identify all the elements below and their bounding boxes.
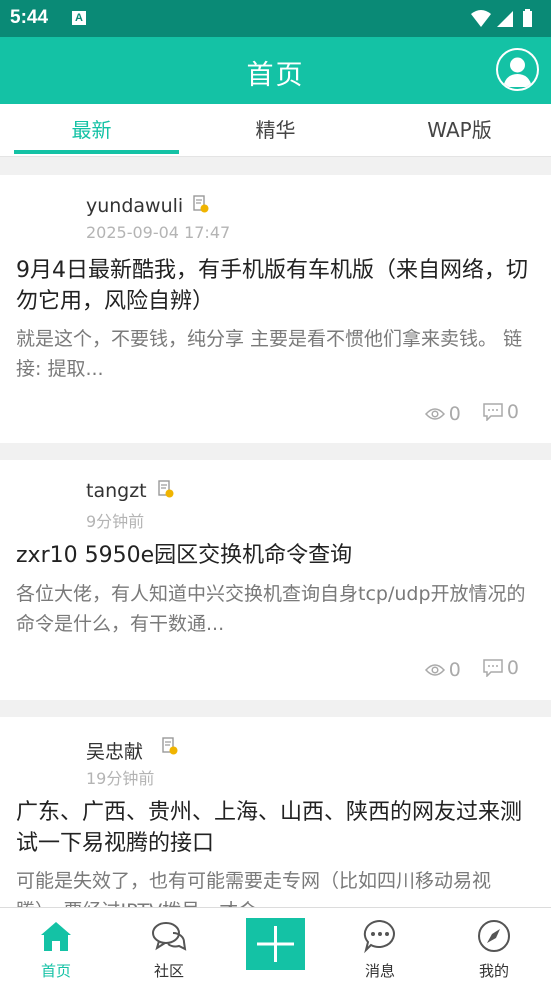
post-card[interactable]: yundawuli 2025-09-04 17:47 9月4日最新酷我，有手机版…	[0, 175, 551, 443]
nav-messages-label: 消息	[364, 962, 395, 980]
nav-messages[interactable]: 消息	[340, 908, 420, 981]
tab-wap[interactable]: WAP版	[368, 104, 551, 157]
status-time: 5:44	[10, 7, 49, 28]
post-excerpt: 就是这个，不要钱，纯分享 主要是看不惯他们拿来卖钱。 链接: 提取...	[16, 328, 523, 380]
post-time: 2025-09-04 17:47	[86, 223, 231, 242]
post-card[interactable]: tangzt 9分钟前 zxr10 5950e园区交换机命令查询 各位大佬，有人…	[0, 460, 551, 700]
verified-badge-icon	[158, 480, 174, 498]
nav-profile-label: 我的	[478, 962, 509, 980]
comment-count: 0	[483, 401, 519, 423]
status-bar: 5:44 A	[0, 0, 551, 37]
post-feed[interactable]: yundawuli 2025-09-04 17:47 9月4日最新酷我，有手机版…	[0, 157, 551, 907]
avatar-button[interactable]	[496, 48, 539, 91]
plus-icon	[257, 926, 294, 962]
nav-community[interactable]: 社区	[129, 908, 209, 981]
wifi-icon	[471, 10, 491, 27]
app-bar: 首页	[0, 37, 551, 104]
bottom-nav: 首页 社区 消息 我的	[0, 907, 551, 981]
home-icon	[41, 922, 71, 951]
post-author[interactable]: yundawuli	[86, 195, 183, 217]
nav-community-label: 社区	[153, 962, 184, 980]
post-title[interactable]: zxr10 5950e园区交换机命令查询	[16, 540, 536, 571]
post-title[interactable]: 9月4日最新酷我，有手机版有车机版（来自网络，切勿它用，风险自辨）	[16, 255, 536, 317]
nav-home-label: 首页	[40, 962, 71, 980]
post-excerpt: 可能是失效了，也有可能需要走专网（比如四川移动易视腾），要经过IPTV拨号，才会	[16, 870, 492, 907]
add-post-button[interactable]	[246, 918, 305, 970]
page-title: 首页	[246, 60, 305, 91]
verified-badge-icon	[193, 195, 209, 213]
community-chat-icon	[152, 922, 187, 951]
view-count: 0	[424, 403, 461, 425]
post-author[interactable]: 吴忠献	[86, 737, 143, 764]
tab-indicator	[14, 150, 179, 154]
post-time: 19分钟前	[86, 769, 155, 788]
post-time: 9分钟前	[86, 512, 145, 531]
status-icons	[471, 9, 532, 27]
view-count: 0	[424, 659, 461, 681]
comment-count: 0	[483, 657, 519, 679]
compass-icon	[478, 920, 510, 952]
battery-icon	[523, 9, 532, 27]
comment-icon	[483, 659, 503, 677]
verified-badge-icon	[162, 737, 178, 755]
tab-featured[interactable]: 精华	[184, 104, 367, 157]
post-title[interactable]: 广东、广西、贵州、上海、山西、陕西的网友过来测试一下易视腾的接口	[16, 797, 536, 859]
post-card[interactable]: 吴忠献 19分钟前 广东、广西、贵州、上海、山西、陕西的网友过来测试一下易视腾的…	[0, 717, 551, 907]
eye-icon	[424, 408, 445, 420]
comment-icon	[483, 403, 503, 421]
nav-home[interactable]: 首页	[16, 908, 96, 981]
signal-icon	[497, 11, 513, 27]
user-icon	[503, 57, 532, 87]
post-excerpt: 各位大佬，有人知道中兴交换机查询自身tcp/udp开放情况的命令是什么，有干数通…	[16, 583, 526, 635]
post-author[interactable]: tangzt	[86, 480, 147, 502]
message-icon	[363, 919, 395, 954]
nav-profile[interactable]: 我的	[454, 908, 534, 981]
eye-icon	[424, 664, 445, 676]
post-stats: 0 0	[409, 657, 519, 681]
post-stats: 0 0	[409, 401, 519, 425]
notification-icon: A	[72, 11, 86, 25]
